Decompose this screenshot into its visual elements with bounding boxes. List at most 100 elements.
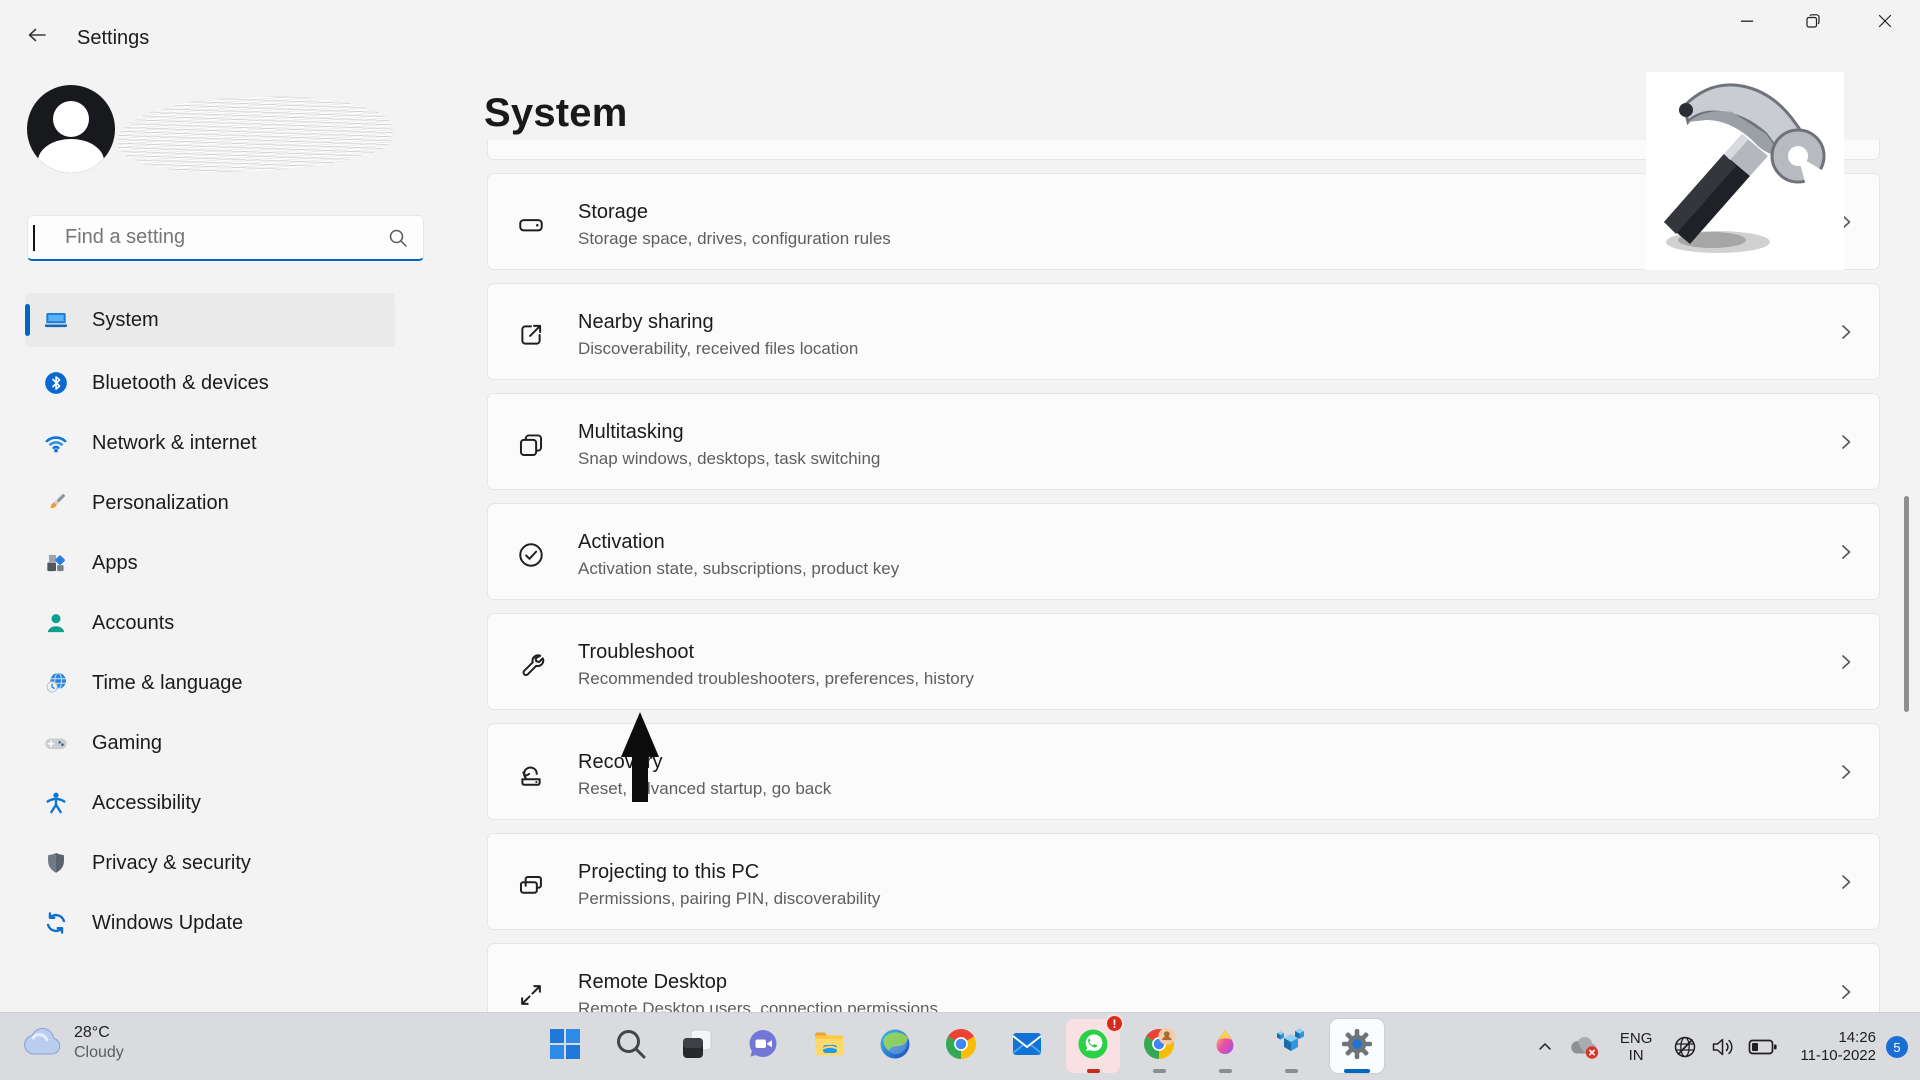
sidebar-item-label: Windows Update <box>92 912 243 935</box>
chevron-right-icon <box>1837 653 1855 671</box>
wifi-icon <box>43 430 69 456</box>
activation-icon <box>517 541 545 569</box>
avatar-head-shape <box>53 101 89 137</box>
sidebar-item-windows-update[interactable]: Windows Update <box>25 896 395 950</box>
window-title: Settings <box>77 27 149 50</box>
sidebar-item-label: Accessibility <box>92 792 201 815</box>
search-input[interactable] <box>65 216 395 259</box>
back-arrow-icon <box>25 23 49 52</box>
taskbar-chrome-button[interactable] <box>934 1019 988 1073</box>
language-code: ENG <box>1620 1030 1653 1047</box>
notification-count-badge[interactable]: 5 <box>1886 1036 1908 1058</box>
selected-accent-bar <box>25 304 30 336</box>
sidebar-item-bluetooth-devices[interactable]: Bluetooth & devices <box>25 356 395 410</box>
clock[interactable]: 14:26 11-10-2022 <box>1800 1029 1876 1065</box>
multitasking-icon <box>517 431 545 459</box>
chevron-right-icon <box>1837 983 1855 1001</box>
card-subtitle: Discoverability, received files location <box>578 339 858 359</box>
sidebar-item-accounts[interactable]: Accounts <box>25 596 395 650</box>
sidebar-item-accessibility[interactable]: Accessibility <box>25 776 395 830</box>
up-arrow-annotation <box>615 708 665 811</box>
chevron-up-icon[interactable] <box>1528 1038 1562 1056</box>
weather-widget[interactable]: 28°C Cloudy <box>20 1023 124 1063</box>
card-activation[interactable]: ActivationActivation state, subscription… <box>487 503 1880 600</box>
minimize-button[interactable] <box>1718 0 1776 46</box>
taskbar-settings-button[interactable] <box>1330 1019 1384 1073</box>
taskbar-file-explorer-button[interactable] <box>802 1019 856 1073</box>
battery-icon[interactable] <box>1742 1037 1784 1057</box>
back-button[interactable] <box>20 21 54 53</box>
sidebar-item-label: Accounts <box>92 612 174 635</box>
taskbar-search-button[interactable] <box>604 1019 658 1073</box>
taskbar-mail-button[interactable] <box>1000 1019 1054 1073</box>
user-avatar[interactable] <box>27 85 115 173</box>
card-nearby-sharing[interactable]: Nearby sharing Discoverability, received … <box>487 283 1880 380</box>
sidebar-item-label: System <box>92 309 159 332</box>
settings-gear-icon <box>1339 1026 1375 1067</box>
card-recovery[interactable]: RecoveryReset, advanced startup, go back <box>487 723 1880 820</box>
search-box[interactable] <box>27 215 424 261</box>
sidebar-item-privacy-security[interactable]: Privacy & security <box>25 836 395 890</box>
shield-icon <box>43 850 69 876</box>
card-title: Multitasking <box>578 421 684 444</box>
speaker-icon[interactable] <box>1704 1033 1742 1061</box>
card-title: Remote Desktop <box>578 971 727 994</box>
troubleshoot-icon <box>517 651 545 679</box>
sidebar-item-personalization[interactable]: Personalization <box>25 476 395 530</box>
tray-time: 14:26 <box>1800 1029 1876 1047</box>
sidebar-item-gaming[interactable]: Gaming <box>25 716 395 770</box>
whatsapp-running-indicator <box>1087 1069 1100 1073</box>
maximize-button[interactable] <box>1784 0 1842 46</box>
taskbar-edge-button[interactable] <box>868 1019 922 1073</box>
page-title: System <box>484 91 628 136</box>
chevron-right-icon <box>1837 873 1855 891</box>
sidebar-item-label: Apps <box>92 552 138 575</box>
card-subtitle: Permissions, pairing PIN, discoverabilit… <box>578 889 880 909</box>
scrollbar-thumb[interactable] <box>1904 496 1909 712</box>
taskbar-3d-builder-button[interactable] <box>1264 1019 1318 1073</box>
sidebar-item-label: Personalization <box>92 492 229 515</box>
globe-no-internet-icon[interactable] <box>1666 1033 1704 1061</box>
task-view-icon <box>679 1026 715 1067</box>
taskbar-chrome-profile-button[interactable] <box>1132 1019 1186 1073</box>
projecting-icon <box>517 871 545 899</box>
taskbar-paint-3d-button[interactable] <box>1198 1019 1252 1073</box>
sidebar-item-apps[interactable]: Apps <box>25 536 395 590</box>
avatar-shoulders-shape <box>38 139 104 173</box>
text-caret <box>33 225 35 251</box>
card-multitasking[interactable]: Multitasking Snap windows, desktops, task… <box>487 393 1880 490</box>
system-tray: ENG IN 14:26 11-10-2022 5 <box>1528 1013 1920 1080</box>
card-title: Projecting to this PC <box>578 861 759 884</box>
chrome-profile-icon <box>1141 1026 1177 1067</box>
tray-date: 11-10-2022 <box>1800 1047 1876 1065</box>
card-title: Troubleshoot <box>578 641 694 664</box>
gamepad-icon <box>43 730 69 756</box>
notification-badge: ! <box>1105 1014 1124 1033</box>
mail-icon <box>1009 1026 1045 1067</box>
remote-desktop-icon <box>517 981 545 1009</box>
chevron-right-icon <box>1837 433 1855 451</box>
card-troubleshoot[interactable]: Troubleshoot Recommended troubleshooters,… <box>487 613 1880 710</box>
taskbar-whatsapp-button[interactable]: ! <box>1066 1019 1120 1073</box>
card-projecting-to-this-pc[interactable]: Projecting to this PC Permissions, pairin… <box>487 833 1880 930</box>
card-title: Nearby sharing <box>578 311 714 334</box>
sidebar-item-network-internet[interactable]: Network & internet <box>25 416 395 470</box>
brush-icon <box>43 490 69 516</box>
close-button[interactable] <box>1856 0 1914 46</box>
card-title: Storage <box>578 201 648 224</box>
card-subtitle: Recommended troubleshooters, preferences… <box>578 669 974 689</box>
taskbar-task-view-button[interactable] <box>670 1019 724 1073</box>
sidebar-item-system[interactable]: System <box>25 293 395 347</box>
chrome-profile-running-indicator <box>1153 1069 1166 1073</box>
sidebar-item-label: Time & language <box>92 672 242 695</box>
chevron-right-icon <box>1837 543 1855 561</box>
language-indicator[interactable]: ENG IN <box>1620 1030 1653 1064</box>
taskbar-chat-button[interactable] <box>736 1019 790 1073</box>
taskbar-start-button[interactable] <box>538 1019 592 1073</box>
edge-icon <box>877 1026 913 1067</box>
sidebar-item-time-language[interactable]: Time & language <box>25 656 395 710</box>
card-subtitle: Snap windows, desktops, task switching <box>578 449 880 469</box>
onedrive-error-icon[interactable] <box>1562 1034 1606 1060</box>
cloud-icon <box>20 1026 62 1061</box>
accessibility-icon <box>43 790 69 816</box>
